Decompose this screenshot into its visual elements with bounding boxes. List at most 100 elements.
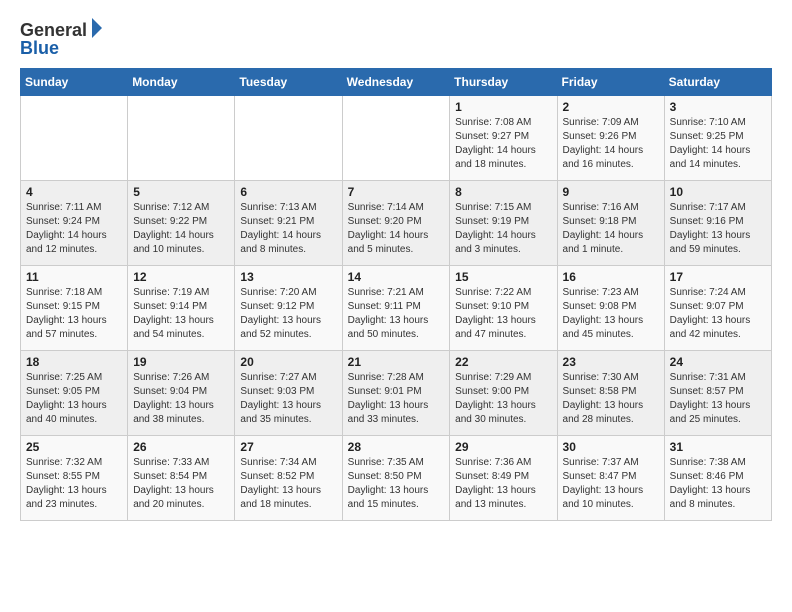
week-row-1: 1Sunrise: 7:08 AM Sunset: 9:27 PM Daylig…: [21, 96, 772, 181]
day-cell: 11 Sunrise: 7:18 AM Sunset: 9:15 PM Dayli…: [21, 266, 128, 351]
day-cell: 7 Sunrise: 7:14 AM Sunset: 9:20 PM Daylig…: [342, 181, 450, 266]
day-cell: 13 Sunrise: 7:20 AM Sunset: 9:12 PM Dayli…: [235, 266, 342, 351]
day-number: 23: [563, 355, 659, 369]
day-cell: 30 Sunrise: 7:37 AM Sunset: 8:47 PM Dayli…: [557, 436, 664, 521]
day-info: Sunrise: 7:37 AM Sunset: 8:47 PM Dayligh…: [563, 456, 659, 512]
day-info: Sunrise: 7:30 AM Sunset: 8:58 PM Dayligh…: [563, 371, 659, 427]
day-cell: 26 Sunrise: 7:33 AM Sunset: 8:54 PM Dayli…: [128, 436, 235, 521]
day-info: Sunrise: 7:33 AM Sunset: 8:54 PM Dayligh…: [133, 456, 229, 512]
day-info: Sunrise: 7:35 AM Sunset: 8:50 PM Dayligh…: [348, 456, 445, 512]
logo: GeneralBlue: [20, 16, 120, 60]
day-cell: [235, 96, 342, 181]
logo: GeneralBlue: [20, 16, 120, 60]
day-number: 20: [240, 355, 336, 369]
day-info: Sunrise: 7:17 AM Sunset: 9:16 PM Dayligh…: [670, 201, 766, 257]
day-info: Sunrise: 7:20 AM Sunset: 9:12 PM Dayligh…: [240, 286, 336, 342]
svg-text:Blue: Blue: [20, 38, 59, 58]
day-number: 9: [563, 185, 659, 199]
day-info: Sunrise: 7:23 AM Sunset: 9:08 PM Dayligh…: [563, 286, 659, 342]
day-cell: 9Sunrise: 7:16 AM Sunset: 9:18 PM Daylig…: [557, 181, 664, 266]
day-info: Sunrise: 7:28 AM Sunset: 9:01 PM Dayligh…: [348, 371, 445, 427]
day-info: Sunrise: 7:31 AM Sunset: 8:57 PM Dayligh…: [670, 371, 766, 427]
day-number: 15: [455, 270, 551, 284]
weekday-header-sunday: Sunday: [21, 69, 128, 96]
day-info: Sunrise: 7:38 AM Sunset: 8:46 PM Dayligh…: [670, 456, 766, 512]
day-number: 12: [133, 270, 229, 284]
day-cell: 17Sunrise: 7:24 AM Sunset: 9:07 PM Dayli…: [664, 266, 771, 351]
weekday-header-friday: Friday: [557, 69, 664, 96]
day-info: Sunrise: 7:13 AM Sunset: 9:21 PM Dayligh…: [240, 201, 336, 257]
day-number: 14: [348, 270, 445, 284]
generalblue-logo-icon: GeneralBlue: [20, 16, 120, 60]
day-info: Sunrise: 7:22 AM Sunset: 9:10 PM Dayligh…: [455, 286, 551, 342]
day-cell: 12 Sunrise: 7:19 AM Sunset: 9:14 PM Dayli…: [128, 266, 235, 351]
day-number: 26: [133, 440, 229, 454]
day-cell: 28Sunrise: 7:35 AM Sunset: 8:50 PM Dayli…: [342, 436, 450, 521]
day-number: 18: [26, 355, 122, 369]
day-number: 31: [670, 440, 766, 454]
day-number: 7: [348, 185, 445, 199]
day-cell: 24 Sunrise: 7:31 AM Sunset: 8:57 PM Dayli…: [664, 351, 771, 436]
day-cell: 2 Sunrise: 7:09 AM Sunset: 9:26 PM Daylig…: [557, 96, 664, 181]
day-number: 13: [240, 270, 336, 284]
day-info: Sunrise: 7:10 AM Sunset: 9:25 PM Dayligh…: [670, 116, 766, 172]
day-info: Sunrise: 7:26 AM Sunset: 9:04 PM Dayligh…: [133, 371, 229, 427]
day-number: 4: [26, 185, 122, 199]
header: GeneralBlue: [20, 16, 772, 60]
day-cell: [342, 96, 450, 181]
day-info: Sunrise: 7:32 AM Sunset: 8:55 PM Dayligh…: [26, 456, 122, 512]
day-info: Sunrise: 7:36 AM Sunset: 8:49 PM Dayligh…: [455, 456, 551, 512]
day-number: 19: [133, 355, 229, 369]
day-number: 30: [563, 440, 659, 454]
weekday-header-monday: Monday: [128, 69, 235, 96]
weekday-header-saturday: Saturday: [664, 69, 771, 96]
day-info: Sunrise: 7:25 AM Sunset: 9:05 PM Dayligh…: [26, 371, 122, 427]
day-number: 2: [563, 100, 659, 114]
day-cell: 19 Sunrise: 7:26 AM Sunset: 9:04 PM Dayli…: [128, 351, 235, 436]
week-row-3: 11 Sunrise: 7:18 AM Sunset: 9:15 PM Dayli…: [21, 266, 772, 351]
day-info: Sunrise: 7:08 AM Sunset: 9:27 PM Dayligh…: [455, 116, 551, 172]
day-info: Sunrise: 7:27 AM Sunset: 9:03 PM Dayligh…: [240, 371, 336, 427]
day-number: 11: [26, 270, 122, 284]
day-cell: 31 Sunrise: 7:38 AM Sunset: 8:46 PM Dayli…: [664, 436, 771, 521]
weekday-header-row: SundayMondayTuesdayWednesdayThursdayFrid…: [21, 69, 772, 96]
week-row-4: 18 Sunrise: 7:25 AM Sunset: 9:05 PM Dayli…: [21, 351, 772, 436]
day-cell: 22Sunrise: 7:29 AM Sunset: 9:00 PM Dayli…: [450, 351, 557, 436]
day-cell: 20 Sunrise: 7:27 AM Sunset: 9:03 PM Dayli…: [235, 351, 342, 436]
day-number: 29: [455, 440, 551, 454]
day-cell: 14Sunrise: 7:21 AM Sunset: 9:11 PM Dayli…: [342, 266, 450, 351]
calendar: SundayMondayTuesdayWednesdayThursdayFrid…: [20, 68, 772, 521]
day-number: 6: [240, 185, 336, 199]
day-info: Sunrise: 7:12 AM Sunset: 9:22 PM Dayligh…: [133, 201, 229, 257]
day-cell: 10 Sunrise: 7:17 AM Sunset: 9:16 PM Dayli…: [664, 181, 771, 266]
day-info: Sunrise: 7:11 AM Sunset: 9:24 PM Dayligh…: [26, 201, 122, 257]
week-row-5: 25 Sunrise: 7:32 AM Sunset: 8:55 PM Dayli…: [21, 436, 772, 521]
day-number: 10: [670, 185, 766, 199]
day-cell: 25 Sunrise: 7:32 AM Sunset: 8:55 PM Dayli…: [21, 436, 128, 521]
day-cell: 1Sunrise: 7:08 AM Sunset: 9:27 PM Daylig…: [450, 96, 557, 181]
day-cell: 6 Sunrise: 7:13 AM Sunset: 9:21 PM Daylig…: [235, 181, 342, 266]
day-info: Sunrise: 7:18 AM Sunset: 9:15 PM Dayligh…: [26, 286, 122, 342]
day-cell: 4 Sunrise: 7:11 AM Sunset: 9:24 PM Daylig…: [21, 181, 128, 266]
weekday-header-wednesday: Wednesday: [342, 69, 450, 96]
day-info: Sunrise: 7:19 AM Sunset: 9:14 PM Dayligh…: [133, 286, 229, 342]
day-number: 21: [348, 355, 445, 369]
day-cell: 16 Sunrise: 7:23 AM Sunset: 9:08 PM Dayli…: [557, 266, 664, 351]
day-cell: 21 Sunrise: 7:28 AM Sunset: 9:01 PM Dayli…: [342, 351, 450, 436]
day-info: Sunrise: 7:14 AM Sunset: 9:20 PM Dayligh…: [348, 201, 445, 257]
day-number: 5: [133, 185, 229, 199]
day-info: Sunrise: 7:09 AM Sunset: 9:26 PM Dayligh…: [563, 116, 659, 172]
day-cell: 15 Sunrise: 7:22 AM Sunset: 9:10 PM Dayli…: [450, 266, 557, 351]
day-number: 25: [26, 440, 122, 454]
day-number: 16: [563, 270, 659, 284]
day-info: Sunrise: 7:24 AM Sunset: 9:07 PM Dayligh…: [670, 286, 766, 342]
day-number: 3: [670, 100, 766, 114]
day-cell: 23 Sunrise: 7:30 AM Sunset: 8:58 PM Dayli…: [557, 351, 664, 436]
day-number: 27: [240, 440, 336, 454]
day-cell: 5 Sunrise: 7:12 AM Sunset: 9:22 PM Daylig…: [128, 181, 235, 266]
weekday-header-thursday: Thursday: [450, 69, 557, 96]
day-cell: 3 Sunrise: 7:10 AM Sunset: 9:25 PM Daylig…: [664, 96, 771, 181]
day-info: Sunrise: 7:15 AM Sunset: 9:19 PM Dayligh…: [455, 201, 551, 257]
day-info: Sunrise: 7:29 AM Sunset: 9:00 PM Dayligh…: [455, 371, 551, 427]
day-number: 24: [670, 355, 766, 369]
